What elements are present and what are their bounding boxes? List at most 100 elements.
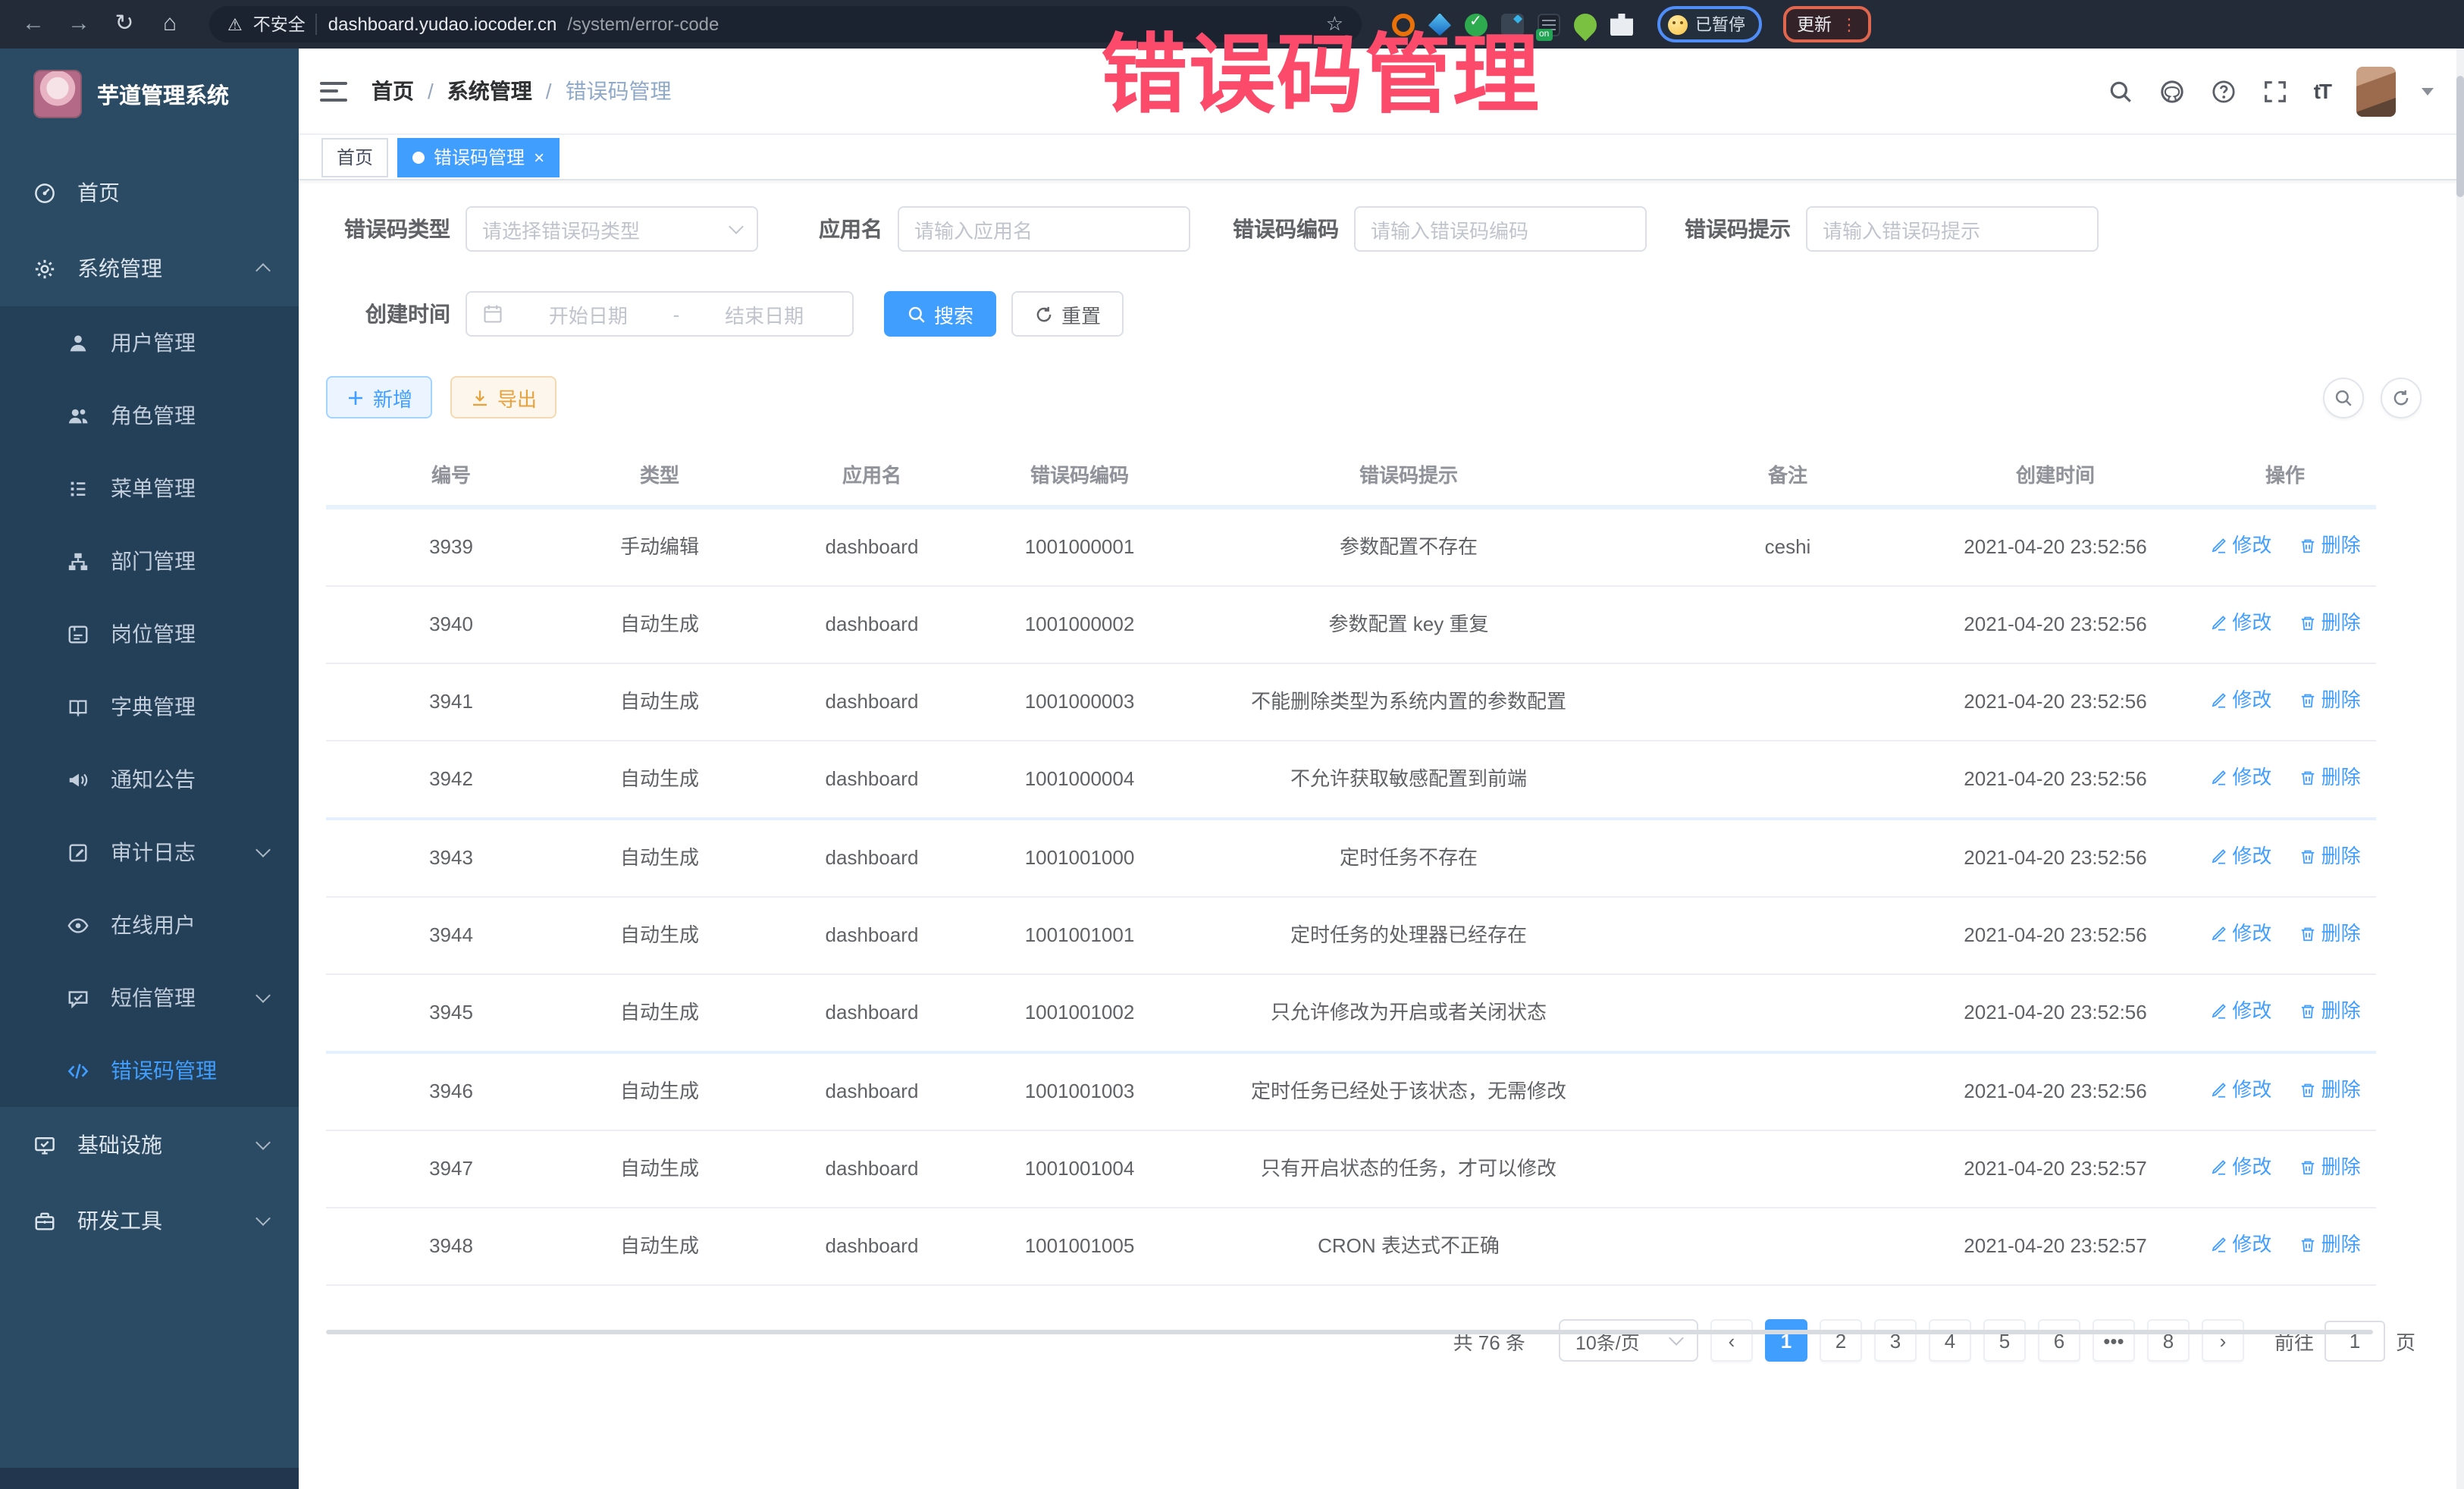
reset-button[interactable]: 重置 [1011,291,1124,337]
sidebar-menu-item[interactable]: 在线用户 [0,889,299,961]
edit-link[interactable]: 修改 [2209,996,2271,1027]
table-row[interactable]: 3939 手动编辑 dashboard 1001000001 参数配置不存在 c… [326,507,2376,586]
search-icon[interactable] [2108,78,2133,104]
sidebar-menu-item[interactable]: 审计日志 [0,816,299,889]
breadcrumb-item[interactable]: 错误码管理 [566,76,672,106]
sidebar-menu-item[interactable]: 基础设施 [0,1107,299,1183]
page-number-button[interactable]: 4 [1929,1319,1971,1362]
page-number-button[interactable]: 2 [1820,1319,1862,1362]
table-row[interactable]: 3942 自动生成 dashboard 1001000004 不允许获取敏感配置… [326,741,2376,819]
table-column-header[interactable]: 错误码提示 [1158,443,1659,507]
edit-link[interactable]: 修改 [2209,919,2271,949]
app-logo-block[interactable]: 芋道管理系统 [0,49,299,139]
user-avatar[interactable] [2356,66,2396,116]
search-button[interactable]: 搜索 [884,291,996,337]
horizontal-scrollbar[interactable] [326,1330,2373,1334]
sidebar-collapse-bar[interactable] [0,1468,299,1489]
next-page-button[interactable]: › [2202,1319,2244,1362]
delete-link[interactable]: 删除 [2299,763,2361,793]
page-number-button[interactable]: 1 [1765,1319,1807,1362]
error-msg-input[interactable]: 请输入错误码提示 [1806,206,2099,252]
refresh-table-button[interactable] [2381,377,2422,418]
table-column-header[interactable]: 类型 [576,443,743,507]
breadcrumb-item[interactable]: 首页 [371,76,447,106]
edit-link[interactable]: 修改 [2209,1075,2271,1105]
table-row[interactable]: 3940 自动生成 dashboard 1001000002 参数配置 key … [326,586,2376,663]
table-row[interactable]: 3944 自动生成 dashboard 1001001001 定时任务的处理器已… [326,897,2376,974]
page-tag[interactable]: 错误码管理 × [397,137,560,177]
delete-link[interactable]: 删除 [2299,919,2361,949]
table-column-header[interactable]: 错误码编码 [1001,443,1158,507]
fullscreen-icon[interactable] [2262,78,2288,104]
table-row[interactable]: 3947 自动生成 dashboard 1001001004 只有开启状态的任务… [326,1130,2376,1208]
page-number-button[interactable]: ••• [2093,1319,2135,1362]
table-column-header[interactable]: 操作 [2194,443,2376,507]
edit-link[interactable]: 修改 [2209,685,2271,716]
help-icon[interactable] [2211,78,2237,104]
sidebar-menu-item[interactable]: 研发工具 [0,1183,299,1259]
table-column-header[interactable]: 编号 [326,443,576,507]
error-type-select[interactable]: 请选择错误码类型 [466,206,758,252]
delete-link[interactable]: 删除 [2299,1230,2361,1260]
export-button[interactable]: 导出 [450,376,556,418]
browser-menu-dots-icon[interactable]: ⋮ [1841,14,1857,34]
edit-link[interactable]: 修改 [2209,1230,2271,1260]
table-column-header[interactable]: 备注 [1659,443,1917,507]
sidebar-menu-item[interactable]: 错误码管理 [0,1034,299,1107]
page-number-button[interactable]: 8 [2147,1319,2190,1362]
extension-icon-green-pin[interactable] [1569,8,1601,40]
page-size-select[interactable]: 10条/页 [1559,1319,1698,1362]
delete-link[interactable]: 删除 [2299,1075,2361,1105]
table-column-header[interactable]: 应用名 [743,443,1001,507]
hamburger-icon[interactable] [320,81,347,101]
browser-reload-icon[interactable]: ↻ [106,0,143,49]
browser-update-button[interactable]: 更新 ⋮ [1783,6,1871,42]
sidebar-menu-item[interactable]: 系统管理 [0,230,299,306]
extensions-puzzle-icon[interactable] [1610,13,1633,36]
vertical-scrollbar[interactable] [2456,49,2464,1489]
prev-page-button[interactable]: ‹ [1710,1319,1753,1362]
page-number-button[interactable]: 3 [1874,1319,1917,1362]
extension-icon-list[interactable]: on [1538,13,1560,36]
table-row[interactable]: 3948 自动生成 dashboard 1001001005 CRON 表达式不… [326,1208,2376,1285]
sidebar-menu-item[interactable]: 短信管理 [0,961,299,1034]
font-size-icon[interactable]: tT [2314,79,2331,103]
table-row[interactable]: 3946 自动生成 dashboard 1001001003 定时任务已经处于该… [326,1052,2376,1130]
page-tag[interactable]: 首页 × [321,137,388,177]
page-number-button[interactable]: 5 [1983,1319,2026,1362]
delete-link[interactable]: 删除 [2299,1152,2361,1183]
sidebar-menu-item[interactable]: 岗位管理 [0,597,299,670]
delete-link[interactable]: 删除 [2299,996,2361,1027]
browser-forward-icon[interactable]: → [61,0,97,49]
sidebar-menu-item[interactable]: 菜单管理 [0,452,299,525]
edit-link[interactable]: 修改 [2209,763,2271,793]
app-name-input[interactable]: 请输入应用名 [898,206,1190,252]
edit-link[interactable]: 修改 [2209,842,2271,872]
goto-page-input[interactable]: 1 [2324,1320,2385,1361]
delete-link[interactable]: 删除 [2299,842,2361,872]
sidebar-menu-item[interactable]: 角色管理 [0,379,299,452]
table-row[interactable]: 3943 自动生成 dashboard 1001001000 定时任务不存在 2… [326,819,2376,897]
page-number-button[interactable]: 6 [2038,1319,2080,1362]
sidebar-menu-item[interactable]: 部门管理 [0,525,299,597]
sidebar-menu-item[interactable]: 字典管理 [0,670,299,743]
table-column-header[interactable]: 创建时间 [1917,443,2194,507]
sidebar-menu-item[interactable]: 通知公告 [0,743,299,816]
delete-link[interactable]: 删除 [2299,685,2361,716]
not-secure-label[interactable]: 不安全 [253,12,306,36]
avatar-dropdown-caret-icon[interactable] [2422,87,2434,95]
github-icon[interactable] [2159,78,2185,104]
table-row[interactable]: 3945 自动生成 dashboard 1001001002 只允许修改为开启或… [326,974,2376,1052]
tag-close-icon[interactable]: × [534,148,544,166]
edit-link[interactable]: 修改 [2209,1152,2271,1183]
delete-link[interactable]: 删除 [2299,531,2361,561]
add-button[interactable]: 新增 [326,376,432,418]
sidebar-menu-item[interactable]: 用户管理 [0,306,299,379]
edit-link[interactable]: 修改 [2209,531,2271,561]
date-range-picker[interactable]: 开始日期 - 结束日期 [466,291,854,337]
error-code-input[interactable]: 请输入错误码编码 [1354,206,1647,252]
browser-back-icon[interactable]: ← [15,0,52,49]
table-row[interactable]: 3941 自动生成 dashboard 1001000003 不能删除类型为系统… [326,663,2376,741]
browser-home-icon[interactable]: ⌂ [152,0,188,49]
toggle-search-button[interactable] [2323,377,2364,418]
